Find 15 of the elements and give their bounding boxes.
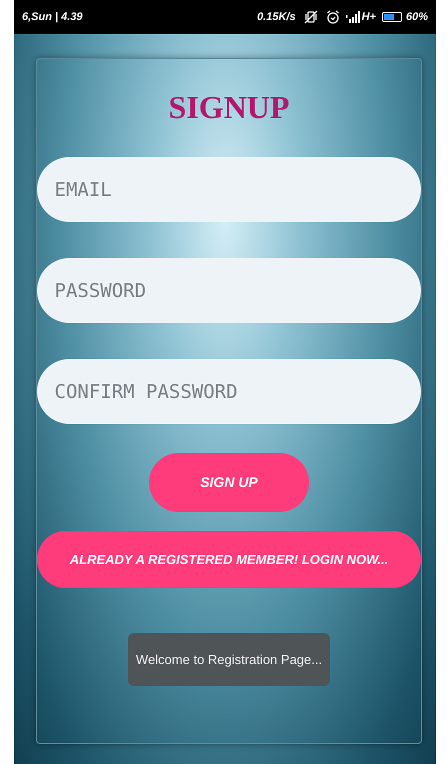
status-time: 6,Sun | 4.39 — [22, 10, 83, 25]
toast-message: Welcome to Registration Page... — [128, 633, 330, 686]
text-field[interactable]: EMAIL — [36, 157, 420, 222]
text-field[interactable]: CONFIRM PASSWORD — [36, 359, 420, 424]
signup-title: SIGNUP — [168, 88, 290, 127]
sign-up-button[interactable]: SIGN UP — [149, 453, 309, 512]
vibrate-off-icon — [304, 10, 318, 24]
alarm-icon — [326, 10, 340, 24]
battery-icon — [382, 12, 402, 22]
text-field[interactable]: PASSWORD — [36, 258, 420, 323]
battery-percent: 60% — [406, 10, 428, 25]
network-speed: 0.15K/s — [257, 10, 296, 25]
network-type: H+ — [362, 10, 376, 25]
signal-icon — [346, 11, 360, 23]
login-now-button[interactable]: ALREADY A REGISTERED MEMBER! LOGIN NOW... — [37, 531, 421, 588]
